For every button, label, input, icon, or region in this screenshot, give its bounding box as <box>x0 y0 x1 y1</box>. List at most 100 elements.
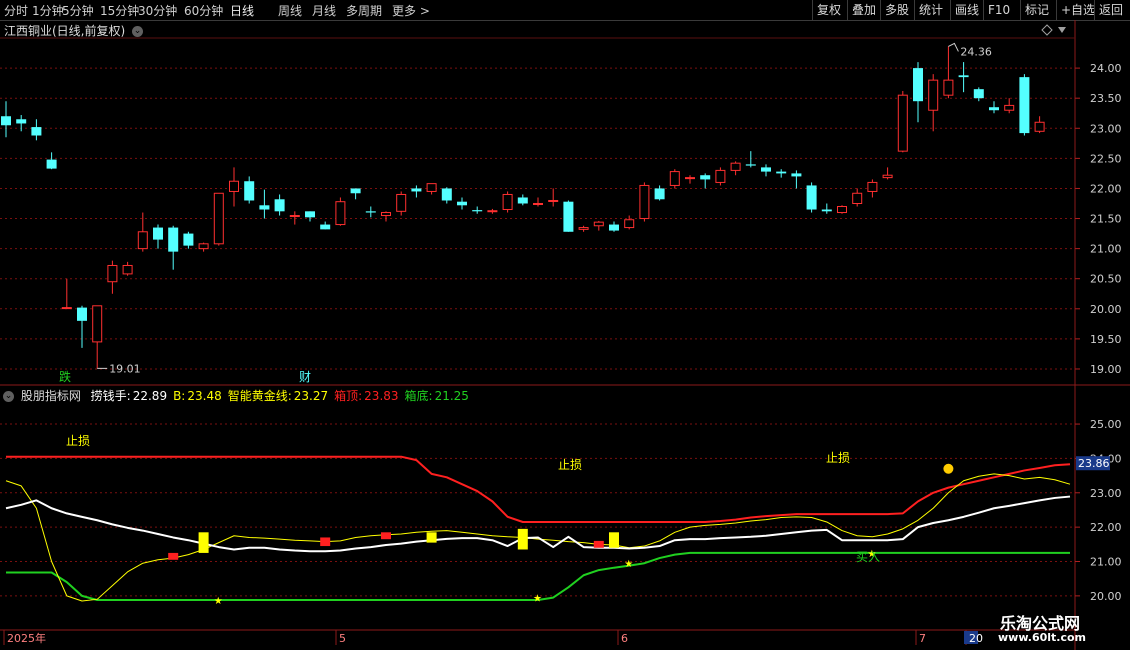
candle-body-down <box>46 159 57 169</box>
candle-body-down <box>31 127 42 136</box>
main-y-tick-label: 20.00 <box>1090 303 1122 316</box>
x-axis-label: 2025年 <box>7 631 46 645</box>
candle-body-up <box>426 183 437 192</box>
candle-body-up <box>928 79 939 111</box>
x-axis-label: 7 <box>919 632 926 645</box>
candle-body-down <box>350 188 361 194</box>
candle-body-down <box>1 116 11 126</box>
signal-block-red <box>320 537 331 547</box>
candle-body-up <box>669 171 680 186</box>
candle-body-up <box>593 221 604 227</box>
event-mark-cai: 财 <box>299 370 311 384</box>
candle-body-down <box>16 119 27 124</box>
buy-label: 买入 <box>856 550 880 564</box>
triangle-down-icon <box>1058 27 1066 33</box>
candle-body-down <box>411 188 422 192</box>
sub-y-tick-label: 25.00 <box>1090 418 1122 431</box>
candle-body-up <box>289 215 300 218</box>
sub-y-tick-label: 20.00 <box>1090 590 1122 603</box>
star-icon: ★ <box>624 559 633 570</box>
signal-block-red <box>593 540 604 548</box>
x-axis-label: 20 <box>969 632 983 645</box>
candle-body-up <box>92 305 103 343</box>
signal-block-yellow <box>609 532 619 548</box>
candle-body-down <box>745 164 756 166</box>
candle-body-down <box>274 199 285 212</box>
series-line-2 <box>6 455 1071 523</box>
candle-body-up <box>335 201 346 226</box>
candle-body-down <box>791 173 802 177</box>
candle-body-up <box>1034 121 1045 132</box>
candle-body-up <box>122 264 133 275</box>
candle-body-up <box>837 206 847 214</box>
chart-canvas: 24.00 23.50 23.00 22.50 22.00 21.50 21.00 20.50… <box>0 20 1130 650</box>
signal-block-red <box>381 532 391 540</box>
main-y-tick-label: 21.00 <box>1090 243 1122 256</box>
candle-body-down <box>305 211 315 218</box>
candle-body-up <box>685 177 695 180</box>
x-axis-label: 6 <box>621 632 628 645</box>
candle-body-down <box>472 210 483 212</box>
candle-body-up <box>229 180 239 192</box>
sub-y-tick-label: 23.00 <box>1090 487 1122 500</box>
main-y-tick-label: 23.00 <box>1090 122 1122 135</box>
candle-body-up <box>61 307 72 310</box>
candle-body-down <box>77 307 87 321</box>
star-icon: ★ <box>533 594 542 605</box>
candle-body-down <box>776 171 787 174</box>
main-y-tick-label: 22.50 <box>1090 152 1122 165</box>
x-axis-label: 5 <box>339 632 346 645</box>
diamond-icon <box>1041 24 1053 36</box>
series-line-0 <box>5 495 1071 553</box>
candle-body-up <box>730 162 741 171</box>
candle-body-down <box>153 227 163 240</box>
candle-body-up <box>715 169 726 183</box>
candle-body-down <box>244 181 255 201</box>
candle-body-down <box>806 185 817 210</box>
candle-body-up <box>548 199 559 202</box>
candle-body-up <box>137 231 148 250</box>
main-y-tick-label: 21.50 <box>1090 213 1122 226</box>
candle-body-down <box>441 188 452 201</box>
candle-body-up <box>1004 104 1015 111</box>
stop-loss-label: 止损 <box>826 451 850 465</box>
main-y-tick-label: 20.50 <box>1090 273 1122 286</box>
candle-body-down <box>973 89 984 99</box>
main-y-tick-label: 22.00 <box>1090 182 1122 195</box>
candle-body-down <box>457 201 467 206</box>
main-y-tick-label: 19.00 <box>1090 363 1122 376</box>
candle-body-down <box>700 175 711 180</box>
sub-y-tick-label: 21.00 <box>1090 556 1122 569</box>
candle-body-up <box>533 202 543 205</box>
stop-loss-label: 止损 <box>558 458 582 472</box>
event-mark-die: 跌 <box>59 369 71 384</box>
candle-body-up <box>897 94 908 152</box>
candle-body-down <box>365 211 376 213</box>
candle-body-down <box>958 75 969 78</box>
candle-body-up <box>639 184 650 220</box>
candle-body-down <box>654 188 665 200</box>
signal-block-red <box>168 552 179 560</box>
high-marker <box>948 42 959 52</box>
candle-body-up <box>624 219 635 229</box>
candle-body-down <box>761 167 771 172</box>
candle-body-down <box>517 197 528 204</box>
candle-body-up <box>867 181 878 192</box>
candle-body-up <box>882 174 893 179</box>
stop-loss-label: 止损 <box>66 434 90 448</box>
main-y-tick-label: 19.50 <box>1090 333 1122 346</box>
candle-body-up <box>381 212 391 217</box>
star-icon: ★ <box>214 596 223 607</box>
candle-body-down <box>913 68 923 102</box>
candle-body-up <box>396 193 407 212</box>
candle-body-down <box>609 224 619 231</box>
candle-body-down <box>320 224 331 230</box>
candle-body-down <box>1019 77 1030 134</box>
candle-body-down <box>821 209 832 212</box>
main-y-tick-label: 24.00 <box>1090 62 1122 75</box>
candle-body-down <box>259 205 270 210</box>
watermark-url: www.60lt.com <box>998 631 1087 644</box>
high-price-label: 24.36 <box>960 45 992 58</box>
current-value-tag: 23.86 <box>1078 457 1110 470</box>
candle-body-down <box>168 227 179 252</box>
